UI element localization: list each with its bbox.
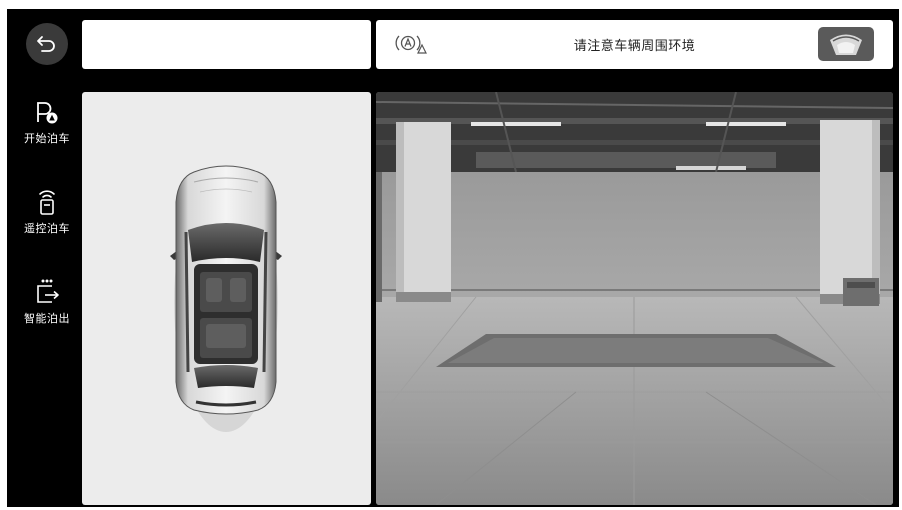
driving-assist-warning-icon: [395, 35, 427, 54]
car-top-view-image: [170, 165, 282, 432]
sidebar-item-remote-parking[interactable]: 遥控泊车: [9, 185, 85, 255]
sidebar-item-start-parking[interactable]: 开始泊车: [9, 95, 85, 165]
status-bar-right: 请注意车辆周围环境: [376, 20, 893, 69]
sidebar-item-label: 开始泊车: [24, 132, 70, 145]
smart-exit-icon: [33, 275, 61, 305]
parking-garage-camera-image: [376, 92, 893, 505]
remote-parking-icon: [34, 185, 60, 215]
car-top-view-panel: [82, 92, 371, 505]
safety-notice: 请注意车辆周围环境: [573, 39, 696, 54]
back-button[interactable]: [26, 23, 68, 65]
camera-view-button[interactable]: [818, 27, 874, 61]
status-bar-left: [82, 20, 371, 69]
camera-feed-panel: [376, 92, 893, 505]
back-arrow-icon: [37, 36, 55, 52]
camera-view-icon: [830, 34, 862, 55]
sidebar-item-smart-exit[interactable]: 智能泊出: [9, 275, 85, 345]
parking-start-icon: [33, 95, 61, 125]
sidebar-item-label: 遥控泊车: [24, 222, 70, 235]
sidebar-item-label: 智能泊出: [24, 312, 70, 325]
parking-app-screen: 开始泊车 遥控泊车 智能泊出 请注意车辆周围环境: [7, 9, 899, 507]
